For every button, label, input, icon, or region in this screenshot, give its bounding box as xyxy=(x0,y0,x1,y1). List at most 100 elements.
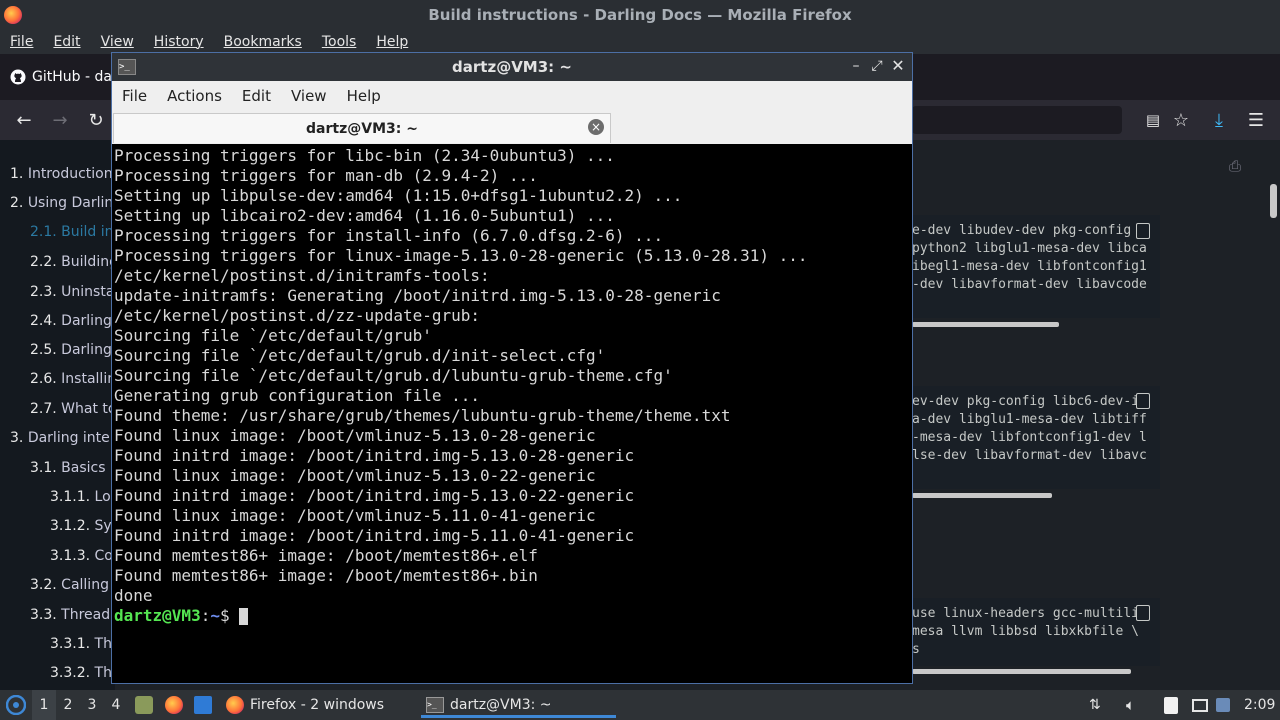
firefox-icon xyxy=(165,696,183,714)
code-scrollbar[interactable] xyxy=(912,322,1059,327)
reader-view-icon: ▤ xyxy=(1145,111,1161,129)
volume-icon: 🔈︎ xyxy=(1126,696,1136,714)
workspace-3[interactable]: 3 xyxy=(80,690,104,720)
toc-item[interactable]: 3.1. Basics xyxy=(30,460,106,476)
toc-item[interactable]: 3.2. Calling h xyxy=(30,577,115,593)
terminal-tab[interactable]: dartz@VM3: ~ xyxy=(113,113,611,143)
copy-icon[interactable] xyxy=(1136,605,1150,621)
browser-tab-github[interactable]: GitHub - dar xyxy=(0,58,125,96)
toc-number: 2.3. xyxy=(30,284,57,300)
menu-edit[interactable]: Edit xyxy=(43,34,90,50)
terminal-title-bar[interactable]: dartz@VM3: ~ xyxy=(112,53,912,81)
toc-item[interactable]: 2.2. Building xyxy=(30,254,115,270)
terminal-line: Processing triggers for linux-image-5.13… xyxy=(114,246,808,265)
toc-item[interactable]: 3.3.2. Thr xyxy=(50,665,115,681)
code-scrollbar[interactable] xyxy=(912,493,1052,498)
toc-label: Calling h xyxy=(61,577,115,593)
toc-item[interactable]: 3.1.2. Sys xyxy=(50,518,115,534)
terminal-prompt[interactable]: dartz@VM3:~$ xyxy=(114,606,249,626)
toc-item-active[interactable]: 2.1. Build ins xyxy=(30,224,115,240)
monitor-icon xyxy=(1192,698,1208,712)
workspace-1[interactable]: 1 xyxy=(32,690,56,720)
clipboard-applet[interactable] xyxy=(1164,690,1178,720)
close-button[interactable]: ✕ xyxy=(889,57,907,75)
toc-item[interactable]: 2. Using Darling xyxy=(10,195,115,211)
term-menu-actions[interactable]: Actions xyxy=(157,87,232,105)
display-applet[interactable] xyxy=(1192,690,1208,720)
network-indicator[interactable]: ⇅ xyxy=(1089,690,1101,720)
toc-item[interactable]: 2.3. Uninstal xyxy=(30,284,115,300)
terminal-line: Found theme: /usr/share/grub/themes/lubu… xyxy=(114,406,731,425)
toc-item[interactable]: 3. Darling intern xyxy=(10,430,115,446)
forward-button[interactable]: → xyxy=(46,106,74,134)
downloads-button[interactable]: ⤓ xyxy=(1205,106,1233,134)
clock[interactable]: 2:09 xyxy=(1244,690,1278,720)
firefox-icon xyxy=(4,6,22,24)
term-menu-view[interactable]: View xyxy=(281,87,337,105)
start-menu-button[interactable] xyxy=(4,690,28,720)
toc-item[interactable]: 3.1.3. Con xyxy=(50,548,115,564)
github-icon xyxy=(10,69,26,85)
prompt-path: ~ xyxy=(210,606,220,625)
tab-close-icon[interactable]: × xyxy=(588,119,604,135)
toc-label: What to xyxy=(61,401,115,417)
terminal-line: Found initrd image: /boot/initrd.img-5.1… xyxy=(114,486,635,505)
toc-item[interactable]: 3.3. Threadin xyxy=(30,607,115,623)
minimize-button[interactable]: – xyxy=(847,57,865,75)
toc-number: 2. xyxy=(10,195,24,211)
toc-label: Building xyxy=(61,254,115,270)
firefox-launcher[interactable] xyxy=(165,690,183,720)
menu-help[interactable]: Help xyxy=(366,34,418,50)
toc-item[interactable]: 3.3.1. Thr xyxy=(50,636,115,652)
toc-item[interactable]: 2.7. What to xyxy=(30,401,115,417)
menu-bookmarks[interactable]: Bookmarks xyxy=(214,34,312,50)
maximize-button[interactable]: ⤢ xyxy=(868,57,886,75)
page-scrollbar[interactable] xyxy=(1270,184,1277,218)
term-menu-edit[interactable]: Edit xyxy=(232,87,281,105)
back-button[interactable]: ← xyxy=(10,106,38,134)
toc-item[interactable]: 2.6. Installing xyxy=(30,371,115,387)
url-bar[interactable] xyxy=(912,106,1122,134)
workspace-2[interactable]: 2 xyxy=(56,690,80,720)
code-scrollbar[interactable] xyxy=(912,669,1131,674)
app-menu-button[interactable]: ☰ xyxy=(1242,106,1270,134)
terminal-line: Sourcing file `/etc/default/grub.d/init-… xyxy=(114,346,606,365)
terminal-line: Processing triggers for libc-bin (2.34-0… xyxy=(114,146,615,165)
toc-label: Threadin xyxy=(61,607,115,623)
reader-view-button[interactable]: ▤ xyxy=(1139,106,1167,134)
toc-label: Darling p xyxy=(61,342,115,358)
code-block: ev-dev pkg-config libc6-dev-i3 a-dev lib… xyxy=(912,386,1160,489)
volume-control[interactable]: 🔈︎ xyxy=(1126,690,1135,720)
copy-icon[interactable] xyxy=(1136,223,1150,239)
toc-item[interactable]: 3.1.1. Loa xyxy=(50,489,115,505)
desktop-launcher[interactable] xyxy=(194,690,212,720)
network-icon: ⇅ xyxy=(1089,697,1101,713)
menu-file[interactable]: File xyxy=(0,34,43,50)
download-icon: ⤓ xyxy=(1215,109,1223,131)
active-task-indicator xyxy=(421,715,616,718)
code-line: a-dev libglu1-mesa-dev libtiff xyxy=(912,412,1147,427)
reload-button[interactable]: ↻ xyxy=(82,106,110,134)
file-manager-launcher[interactable] xyxy=(135,690,153,720)
toc-item[interactable]: 2.4. Darling s xyxy=(30,313,115,329)
clipboard-icon xyxy=(1164,696,1178,714)
menu-history[interactable]: History xyxy=(144,34,214,50)
toc-item[interactable]: 1. Introduction xyxy=(10,166,113,182)
term-menu-help[interactable]: Help xyxy=(337,87,391,105)
toc-label: Darling intern xyxy=(27,430,115,446)
copy-icon[interactable] xyxy=(1136,393,1150,409)
taskbar-firefox-task[interactable]: Firefox - 2 windows xyxy=(226,690,384,720)
menu-view[interactable]: View xyxy=(91,34,144,50)
firefox-title-bar: Build instructions - Darling Docs — Mozi… xyxy=(0,0,1280,30)
print-icon[interactable]: ⎙ xyxy=(1229,157,1247,175)
workspace-4[interactable]: 4 xyxy=(104,690,128,720)
toc-number: 3.1.3. xyxy=(50,548,91,564)
terminal-line: Processing triggers for man-db (2.9.4-2)… xyxy=(114,166,538,185)
menu-tools[interactable]: Tools xyxy=(312,34,367,50)
term-menu-file[interactable]: File xyxy=(112,87,157,105)
updates-applet[interactable] xyxy=(1216,690,1230,720)
star-icon: ☆ xyxy=(1172,109,1190,131)
toc-item[interactable]: 2.5. Darling p xyxy=(30,342,115,358)
terminal-output[interactable]: Processing triggers for libc-bin (2.34-0… xyxy=(114,146,910,681)
bookmark-star-button[interactable]: ☆ xyxy=(1167,106,1195,134)
